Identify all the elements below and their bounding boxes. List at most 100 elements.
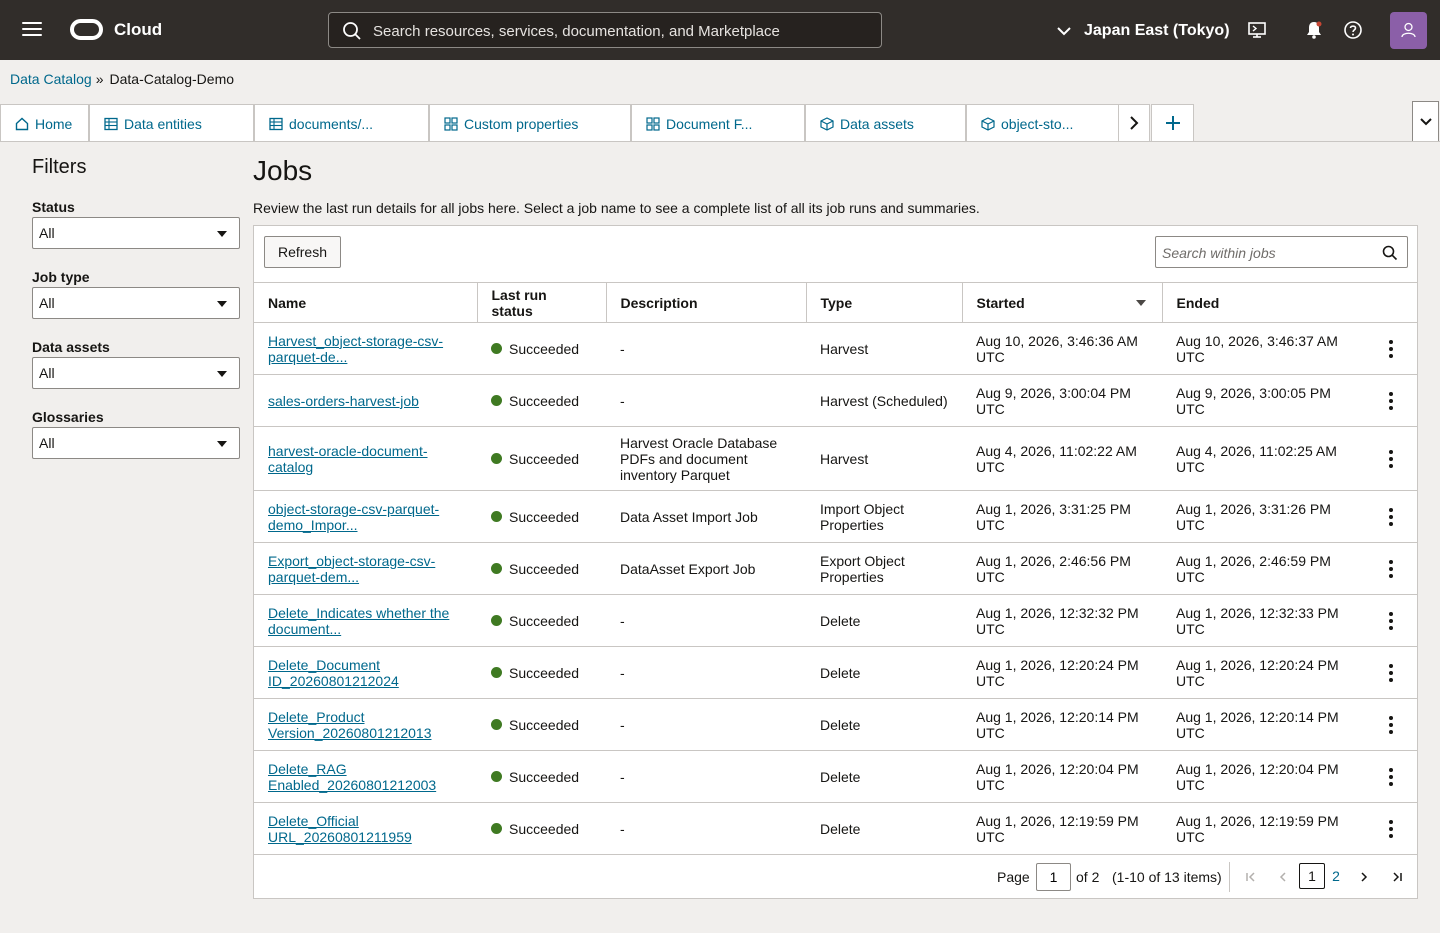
notification-bell-icon[interactable] xyxy=(1304,20,1324,40)
filter-glossaries-select[interactable]: All xyxy=(32,427,240,459)
table-row[interactable]: object-storage-csv-parquet-demo_Impor...… xyxy=(254,490,1417,543)
job-name-link[interactable]: Delete_Indicates whether the document... xyxy=(268,605,463,637)
logo-text[interactable]: Cloud xyxy=(114,20,162,40)
table-row[interactable]: Export_object-storage-csv-parquet-dem...… xyxy=(254,542,1417,595)
job-name-link[interactable]: Harvest_object-storage-csv-parquet-de... xyxy=(268,333,463,365)
cell-name-line[interactable]: parquet-dem... xyxy=(268,569,463,585)
row-actions-kebab-icon[interactable] xyxy=(1379,505,1403,529)
region-selector[interactable]: Japan East (Tokyo) xyxy=(1056,18,1230,44)
tab-documents[interactable]: documents/... xyxy=(254,104,429,142)
column-header-ended[interactable]: Ended xyxy=(1162,282,1417,323)
page-number-input[interactable] xyxy=(1036,863,1071,891)
cell-name-line[interactable]: Export_object-storage-csv- xyxy=(268,553,463,569)
cell-name-line[interactable]: Delete_Indicates whether the xyxy=(268,605,463,621)
job-search[interactable] xyxy=(1155,236,1408,268)
column-header-description[interactable]: Description xyxy=(606,282,807,323)
tab-scroll-right-button[interactable] xyxy=(1118,104,1150,142)
hamburger-menu-icon[interactable] xyxy=(22,22,42,38)
row-actions-kebab-icon[interactable] xyxy=(1379,609,1403,633)
cell-name-line[interactable]: Delete_RAG xyxy=(268,761,463,777)
cell-name-line[interactable]: parquet-de... xyxy=(268,349,463,365)
column-header-name[interactable]: Name xyxy=(254,282,478,323)
table-row[interactable]: sales-orders-harvest-job Succeeded - Harves… xyxy=(254,374,1417,427)
row-actions-kebab-icon[interactable] xyxy=(1379,557,1403,581)
job-name-link[interactable]: Delete_Product Version_20260801212013 xyxy=(268,709,463,741)
cell-ended: Aug 1, 2026, 12:20:14 PM UTC xyxy=(1176,709,1339,741)
row-actions-kebab-icon[interactable] xyxy=(1379,817,1403,841)
row-actions-kebab-icon[interactable] xyxy=(1379,389,1403,413)
filter-data-assets-select[interactable]: All xyxy=(32,357,240,389)
cell-name-line[interactable]: URL_20260801211959 xyxy=(268,829,463,845)
filter-job-type-select[interactable]: All xyxy=(32,287,240,319)
table-row[interactable]: Delete_Official URL_20260801211959 Succeed… xyxy=(254,802,1417,855)
cell-name-line[interactable]: ID_20260801212024 xyxy=(268,673,463,689)
cloud-shell-icon[interactable] xyxy=(1247,20,1267,40)
cell-name-line[interactable]: sales-orders-harvest-job xyxy=(268,393,463,409)
breadcrumb-data-catalog[interactable]: Data Catalog xyxy=(10,71,92,87)
cell-started: Aug 1, 2026, 12:20:14 PM UTC xyxy=(976,709,1148,741)
column-header-type[interactable]: Type xyxy=(806,282,963,323)
table-row[interactable]: harvest-oracle-document-catalog Succeeded… xyxy=(254,426,1417,491)
previous-page-button[interactable] xyxy=(1274,868,1292,886)
table-row[interactable]: Delete_Indicates whether the document... S… xyxy=(254,594,1417,647)
page-2-button[interactable]: 2 xyxy=(1323,863,1349,889)
cell-type: Delete xyxy=(820,769,948,785)
cell-name-line[interactable]: catalog xyxy=(268,459,463,475)
cell-name-line[interactable]: Delete_Product xyxy=(268,709,463,725)
job-name-link[interactable]: sales-orders-harvest-job xyxy=(268,393,463,409)
tab-object-storage[interactable]: object-sto... xyxy=(966,104,1119,142)
tab-list-menu-button[interactable] xyxy=(1412,101,1439,142)
page-1-button[interactable]: 1 xyxy=(1299,863,1325,889)
cell-name-line[interactable]: Delete_Official xyxy=(268,813,463,829)
oracle-logo-icon[interactable] xyxy=(70,19,103,40)
table-row[interactable]: Harvest_object-storage-csv-parquet-de...… xyxy=(254,322,1417,375)
global-search[interactable] xyxy=(328,12,882,48)
search-icon[interactable] xyxy=(1382,245,1398,261)
cell-started-line: UTC xyxy=(976,516,1005,533)
column-header-last-run-status[interactable]: Last run status xyxy=(477,282,607,323)
filter-status-select[interactable]: All xyxy=(32,217,240,249)
table-row[interactable]: Delete_RAG Enabled_20260801212003 Succeede… xyxy=(254,750,1417,803)
tab-custom-properties[interactable]: Custom properties xyxy=(429,104,631,142)
job-name-link[interactable]: object-storage-csv-parquet-demo_Impor... xyxy=(268,501,463,533)
cell-name-line[interactable]: Harvest_object-storage-csv- xyxy=(268,333,463,349)
cell-name-line[interactable]: object-storage-csv-parquet- xyxy=(268,501,463,517)
cell-name-line[interactable]: document... xyxy=(268,621,463,637)
job-name-link[interactable]: Delete_RAG Enabled_20260801212003 xyxy=(268,761,463,793)
tab-data-assets[interactable]: Data assets xyxy=(805,104,966,142)
job-name-link[interactable]: Delete_Official URL_20260801211959 xyxy=(268,813,463,845)
first-page-button[interactable] xyxy=(1242,868,1260,886)
cell-name-line[interactable]: Enabled_20260801212003 xyxy=(268,777,463,793)
refresh-button[interactable]: Refresh xyxy=(264,236,341,268)
next-page-button[interactable] xyxy=(1355,868,1373,886)
row-actions-kebab-icon[interactable] xyxy=(1379,447,1403,471)
global-search-input[interactable] xyxy=(373,20,873,42)
cell-name-line[interactable]: Delete_Document xyxy=(268,657,463,673)
row-actions-kebab-icon[interactable] xyxy=(1379,661,1403,685)
job-search-input[interactable] xyxy=(1162,243,1372,263)
job-name-link[interactable]: harvest-oracle-document-catalog xyxy=(268,443,463,475)
cell-started: Aug 9, 2026, 3:00:04 PM UTC xyxy=(962,374,1162,427)
last-page-button[interactable] xyxy=(1388,868,1406,886)
cell-ended: Aug 4, 2026, 11:02:25 AM UTC xyxy=(1176,443,1337,475)
sort-descending-icon[interactable] xyxy=(1135,300,1146,306)
tab-document-f[interactable]: Document F... xyxy=(631,104,805,142)
table-row[interactable]: Delete_Document ID_20260801212024 Succeede… xyxy=(254,646,1417,699)
cell-name-line[interactable]: harvest-oracle-document- xyxy=(268,443,463,459)
job-name-link[interactable]: Delete_Document ID_20260801212024 xyxy=(268,657,463,689)
tab-data-entities[interactable]: Data entities xyxy=(89,104,254,142)
table-row[interactable]: Delete_Product Version_20260801212013 Succ… xyxy=(254,698,1417,751)
row-actions-kebab-icon[interactable] xyxy=(1379,713,1403,737)
cell-name-line[interactable]: Version_20260801212013 xyxy=(268,725,463,741)
tab-home[interactable]: Home xyxy=(0,104,89,142)
user-avatar[interactable] xyxy=(1390,12,1427,49)
column-header-started[interactable]: Started xyxy=(962,282,1163,323)
add-tab-button[interactable] xyxy=(1151,104,1194,142)
ended-wrapper: Aug 9, 2026, 3:00:05 PM UTC xyxy=(1176,385,1331,417)
row-actions-kebab-icon[interactable] xyxy=(1379,765,1403,789)
cell-type-line: Properties xyxy=(820,516,884,533)
job-name-link[interactable]: Export_object-storage-csv-parquet-dem... xyxy=(268,553,463,585)
row-actions-kebab-icon[interactable] xyxy=(1379,337,1403,361)
help-icon[interactable] xyxy=(1343,20,1363,40)
cell-name-line[interactable]: demo_Impor... xyxy=(268,517,463,533)
